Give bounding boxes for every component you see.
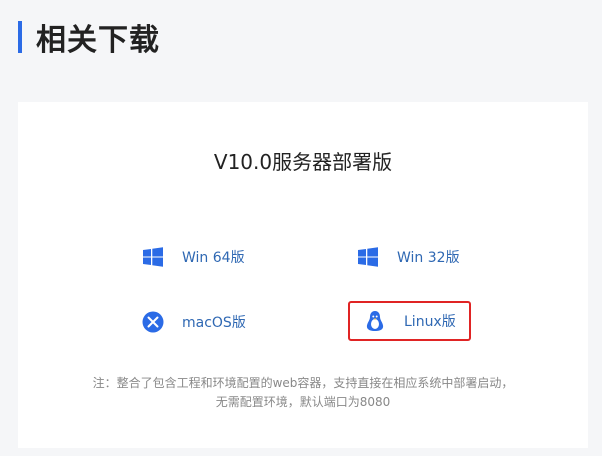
linux-icon <box>364 310 386 332</box>
deployment-note: 注：整合了包含工程和环境配置的web容器，支持直接在相应系统中部署启动，无需配置… <box>92 376 514 409</box>
download-linux-link[interactable]: Linux版 <box>348 301 471 341</box>
download-card: V10.0服务器部署版 Win 64版 Win 32版 macOS版 Linux… <box>18 102 588 448</box>
download-label: Win 64版 <box>182 250 245 266</box>
windows-icon <box>357 246 379 268</box>
section-header: 相关下载 <box>18 20 160 58</box>
download-label: macOS版 <box>182 315 246 331</box>
download-win32-link[interactable]: Win 32版 <box>357 238 460 276</box>
download-label: Linux版 <box>404 314 456 330</box>
download-label: Win 32版 <box>397 250 460 266</box>
section-title: 相关下载 <box>36 23 160 58</box>
card-title: V10.0服务器部署版 <box>213 150 393 174</box>
macos-icon <box>142 311 164 333</box>
windows-icon <box>142 246 164 268</box>
download-macos-link[interactable]: macOS版 <box>142 303 246 341</box>
accent-bar <box>18 21 22 53</box>
download-win64-link[interactable]: Win 64版 <box>142 238 245 276</box>
